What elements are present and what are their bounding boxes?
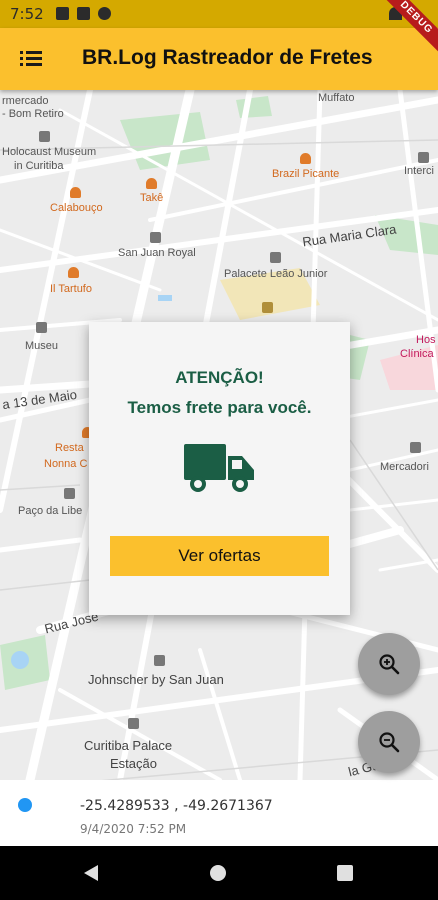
coordinates-text: -25.4289533 , -49.2671367 (80, 798, 273, 814)
museum-icon (36, 322, 47, 333)
map-label: Curitiba Palace (84, 738, 173, 753)
zoom-in-icon (379, 654, 400, 675)
truck-icon (184, 444, 254, 492)
recents-icon[interactable] (337, 865, 353, 881)
location-panel: -25.4289533 , -49.2671367 9/4/2020 7:52 … (0, 780, 438, 846)
map-label: Takê (140, 192, 164, 204)
restaurant-icon (70, 187, 81, 198)
hotel-icon (418, 152, 429, 163)
restaurant-icon (300, 153, 311, 164)
dialog-message: Temos frete para você. (127, 398, 312, 417)
map-label: Clínica (400, 348, 434, 360)
zoom-out-icon (379, 732, 400, 753)
map-label: rmercado (2, 95, 49, 107)
view-offers-button[interactable]: Ver ofertas (110, 536, 329, 576)
map-label: Holocaust Museum (2, 146, 97, 158)
map-label: Nonna C (44, 458, 88, 470)
home-icon[interactable] (210, 865, 226, 881)
map-label: Palacete Leão Junior (224, 268, 328, 280)
offer-dialog: ATENÇÃO! Temos frete para você. Ver ofer… (89, 322, 350, 615)
landmark-icon (270, 252, 281, 263)
hotel-icon (150, 232, 161, 243)
map-label: Resta (55, 442, 84, 454)
map-label: in Curitiba (14, 160, 64, 172)
map-label: Il Tartufo (50, 283, 92, 295)
map-label: Mercadori (380, 461, 429, 473)
dialog-title: ATENÇÃO! (175, 368, 264, 387)
map-label: Muffato (318, 92, 355, 104)
system-nav-bar (0, 846, 438, 900)
map-label: Museu (25, 340, 59, 352)
shopping-cart-icon (410, 442, 421, 453)
message-icon (56, 7, 69, 20)
restaurant-icon (146, 178, 157, 189)
zoom-out-button[interactable] (358, 711, 420, 773)
back-icon[interactable] (84, 865, 98, 881)
status-icons (56, 7, 111, 20)
app-bar: BR.Log Rastreador de Fretes (0, 28, 438, 90)
app-title: BR.Log Rastreador de Fretes (82, 46, 373, 69)
map-label: - Bom Retiro (2, 108, 64, 120)
restaurant-icon (68, 267, 79, 278)
location-timestamp: 9/4/2020 7:52 PM (80, 822, 187, 836)
school-icon (262, 302, 273, 313)
location-dot-icon (18, 798, 32, 812)
sd-card-icon (77, 7, 90, 20)
museum-icon (39, 131, 50, 142)
map-label: San Juan Royal (118, 247, 196, 259)
menu-icon[interactable] (20, 50, 42, 68)
map-label: Estação (110, 756, 157, 771)
data-saver-icon (98, 7, 111, 20)
map-label: Johnscher by San Juan (88, 672, 224, 687)
map-label: Hos (416, 334, 436, 346)
museum-icon (64, 488, 75, 499)
map-label: Interci (404, 165, 434, 177)
zoom-in-button[interactable] (358, 633, 420, 695)
map-label: Paço da Libe (18, 505, 83, 517)
hotel-icon (128, 718, 139, 729)
map-label: Calabouço (50, 202, 103, 214)
status-time: 7:52 (10, 5, 44, 23)
hotel-icon (154, 655, 165, 666)
status-bar: 7:52 (0, 0, 438, 28)
map-label: Brazil Picante (272, 168, 340, 180)
